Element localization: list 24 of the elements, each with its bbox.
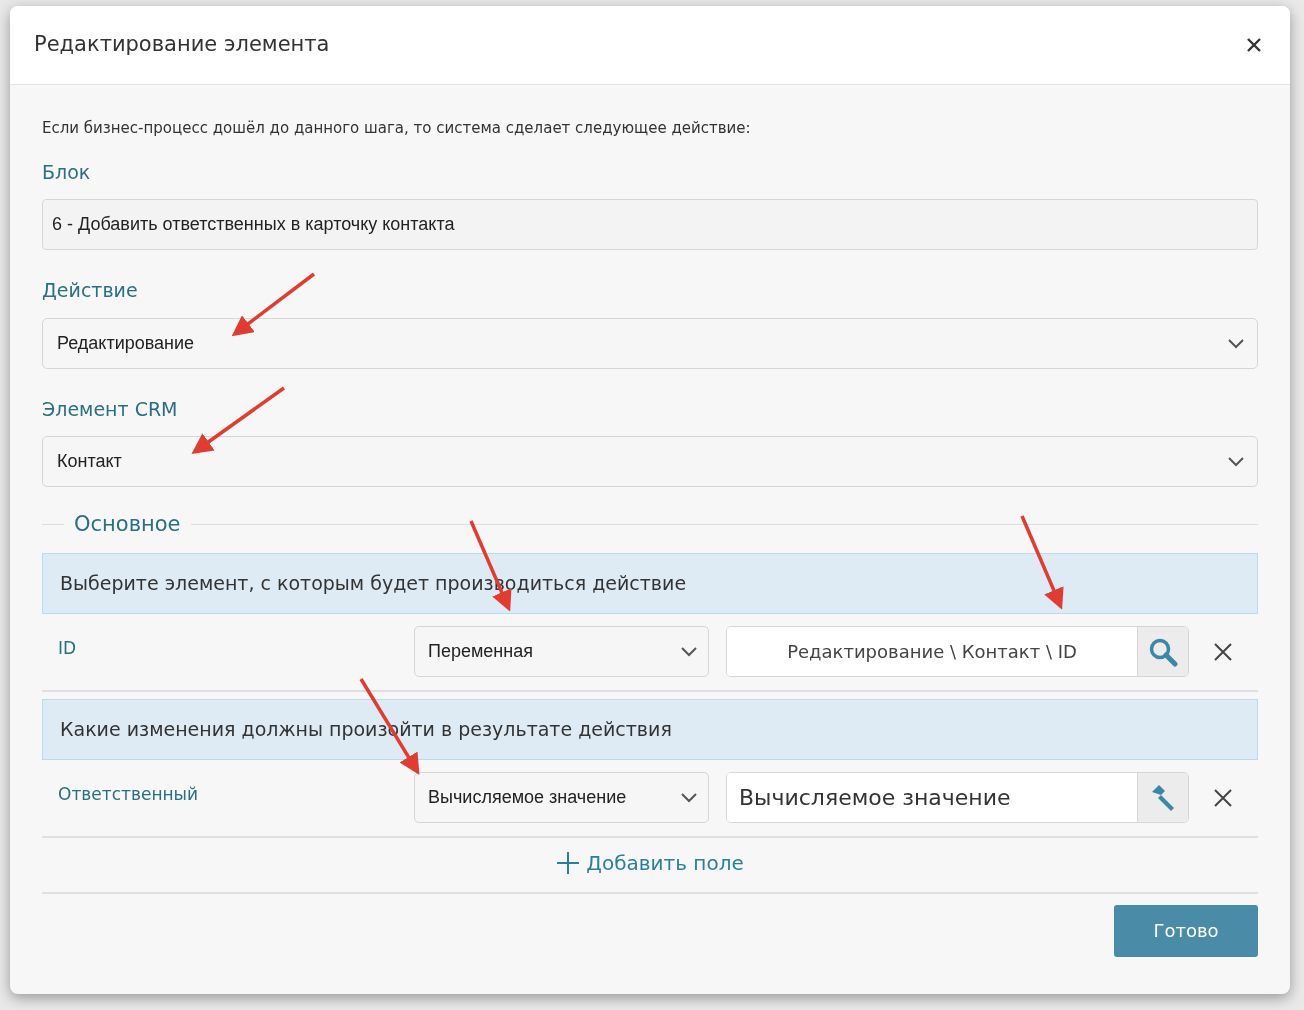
select-field[interactable]: Редактирование (42, 317, 1258, 369)
field-label: Блок (42, 159, 92, 185)
section-legend: Основное (74, 509, 181, 541)
add-field-link[interactable]: Добавить поле (556, 847, 744, 878)
intro-text: Если бизнес-процесс дошёл до данного шага, то система сделает следующее действие: (42, 118, 752, 139)
field-label: Элемент CRM (42, 396, 179, 422)
chevron-icon (1227, 456, 1245, 467)
value-field[interactable]: Редактирование \ Контакт \ ID (726, 626, 1189, 677)
chevron-icon (680, 792, 698, 803)
row-label: Ответственный (57, 782, 200, 806)
plus-icon (556, 850, 581, 875)
text-field[interactable]: 6 - Добавить ответственных в карточку контакта (42, 199, 1258, 250)
source-select[interactable]: Вычисляемое значение (414, 772, 709, 823)
done-button[interactable]: Готово (1114, 904, 1258, 957)
field-label: Действие (42, 278, 139, 303)
hammer-icon[interactable] (1137, 773, 1188, 822)
select-field[interactable]: Контакт (42, 436, 1258, 487)
source-select[interactable]: Переменная (414, 626, 709, 677)
value-field[interactable]: Вычисляемое значение (726, 772, 1189, 823)
chevron-icon (680, 646, 698, 657)
row-label: ID (57, 636, 78, 660)
search-icon[interactable] (1137, 627, 1188, 676)
chevron-icon (1227, 337, 1245, 349)
dialog-title: Редактирование элемента (34, 31, 330, 59)
